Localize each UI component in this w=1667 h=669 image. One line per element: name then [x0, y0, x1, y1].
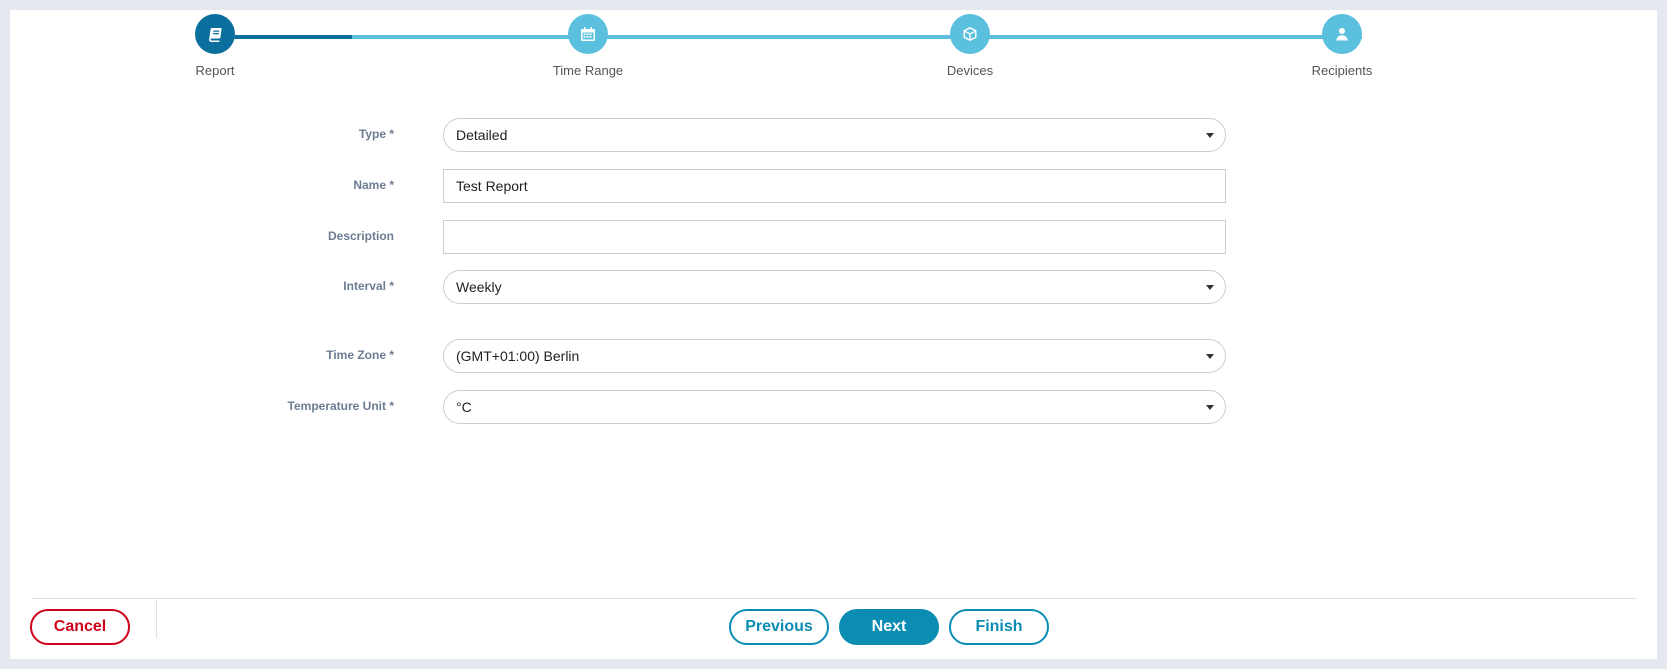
- form-row-interval: Interval * Weekly: [10, 270, 1657, 304]
- type-value: Detailed: [456, 127, 508, 143]
- previous-button[interactable]: Previous: [729, 609, 829, 645]
- footer-divider: [32, 598, 1637, 599]
- name-label: Name *: [353, 178, 394, 192]
- step-time-range[interactable]: Time Range: [488, 14, 688, 78]
- caret-down-icon: [1206, 285, 1214, 290]
- cancel-button[interactable]: Cancel: [30, 609, 130, 645]
- interval-value: Weekly: [456, 279, 502, 295]
- report-wizard-panel: Report Time Range Devices Recipients Typ…: [10, 10, 1657, 659]
- finish-button[interactable]: Finish: [949, 609, 1049, 645]
- form-row-type: Type * Detailed: [10, 118, 1657, 152]
- step-devices[interactable]: Devices: [870, 14, 1070, 78]
- type-label: Type *: [358, 127, 394, 141]
- name-value: Test Report: [456, 178, 528, 194]
- form-row-name: Name * Test Report: [10, 169, 1657, 203]
- temperature-unit-label: Temperature Unit *: [287, 399, 394, 413]
- interval-label: Interval *: [343, 279, 394, 293]
- step-label-devices: Devices: [946, 63, 994, 78]
- time-zone-value: (GMT+01:00) Berlin: [456, 348, 580, 364]
- description-input[interactable]: [443, 220, 1226, 254]
- step-label-time-range: Time Range: [552, 63, 624, 78]
- calendar-icon: [568, 14, 608, 54]
- step-label-recipients: Recipients: [1311, 63, 1373, 78]
- form-row-time-zone: Time Zone * (GMT+01:00) Berlin: [10, 339, 1657, 373]
- interval-select[interactable]: Weekly: [443, 270, 1226, 304]
- time-zone-select[interactable]: (GMT+01:00) Berlin: [443, 339, 1226, 373]
- temperature-unit-select[interactable]: °C: [443, 390, 1226, 424]
- user-icon: [1322, 14, 1362, 54]
- description-label: Description: [327, 229, 394, 243]
- caret-down-icon: [1206, 405, 1214, 410]
- book-icon: [195, 14, 235, 54]
- time-zone-label: Time Zone *: [326, 348, 394, 362]
- form-row-description: Description: [10, 220, 1657, 254]
- step-recipients[interactable]: Recipients: [1242, 14, 1442, 78]
- caret-down-icon: [1206, 133, 1214, 138]
- step-report[interactable]: Report: [115, 14, 315, 78]
- wizard-stepper: Report Time Range Devices Recipients: [10, 10, 1657, 100]
- step-label-report: Report: [195, 63, 235, 78]
- form-row-temperature-unit: Temperature Unit * °C: [10, 390, 1657, 424]
- type-select[interactable]: Detailed: [443, 118, 1226, 152]
- footer-separator: [156, 600, 157, 638]
- temperature-unit-value: °C: [456, 399, 472, 415]
- cube-icon: [950, 14, 990, 54]
- caret-down-icon: [1206, 354, 1214, 359]
- name-input[interactable]: Test Report: [443, 169, 1226, 203]
- next-button[interactable]: Next: [839, 609, 939, 645]
